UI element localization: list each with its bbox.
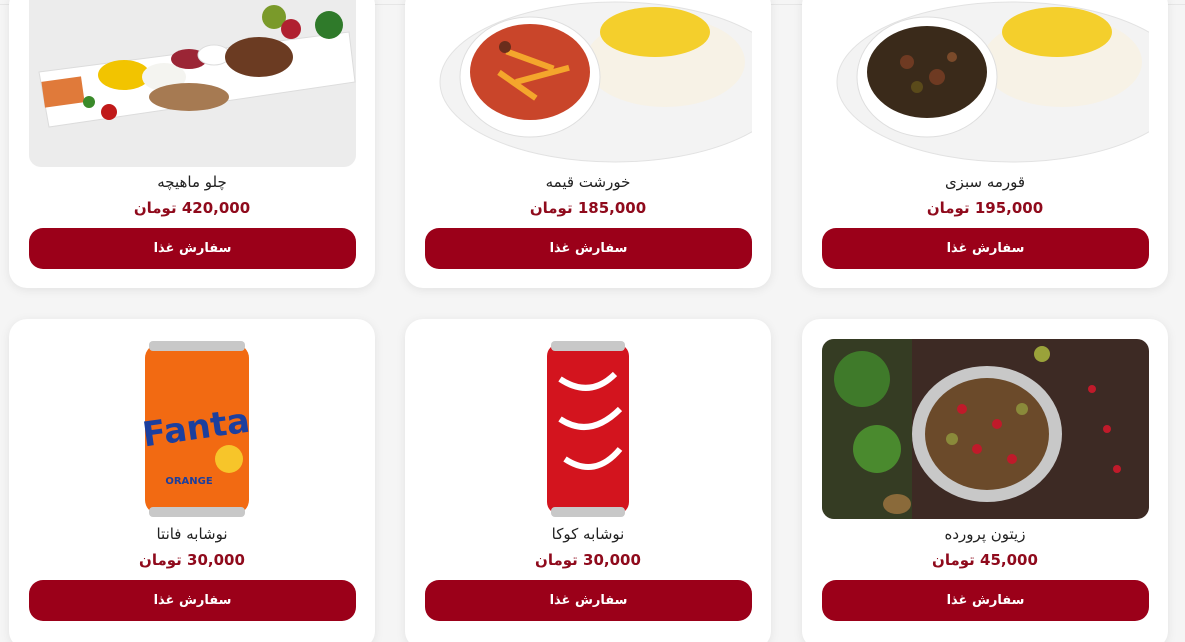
dish-price: 185,000 تومان: [405, 199, 771, 217]
gheymeh-image: [425, 0, 752, 167]
currency-label: تومان: [139, 551, 182, 569]
menu-card-fanta: Fanta ORANGE نوشابه فانتا 30,000 تومان س…: [9, 319, 375, 642]
platter-image: [29, 0, 356, 167]
drink-price: 30,000 تومان: [405, 551, 771, 569]
dish-price: 45,000 تومان: [802, 551, 1168, 569]
dish-name: خورشت قیمه: [545, 173, 631, 191]
drink-name: نوشابه کوکا: [551, 525, 625, 543]
menu-card-zeytoon-parvardeh: زیتون پرورده 45,000 تومان سفارش غذا: [802, 319, 1168, 642]
dish-name: قورمه سبزی: [944, 173, 1026, 191]
dish-name: چلو ماهیچه: [157, 173, 227, 191]
dish-price: 195,000 تومان: [802, 199, 1168, 217]
order-button[interactable]: سفارش غذا: [822, 580, 1149, 621]
currency-label: تومان: [926, 199, 970, 217]
menu-card-khoresh-gheymeh: خورشت قیمه 185,000 تومان سفارش غذا: [405, 0, 771, 288]
olive-bowl-image: [822, 339, 1149, 519]
order-button[interactable]: سفارش غذا: [425, 228, 752, 269]
currency-label: تومان: [529, 199, 573, 217]
currency-label: تومان: [535, 551, 578, 569]
order-button[interactable]: سفارش غذا: [822, 228, 1149, 269]
price-value: 45,000: [980, 551, 1038, 569]
price-value: 195,000: [974, 199, 1044, 217]
order-button[interactable]: سفارش غذا: [29, 228, 356, 269]
dish-image-zeytoon-parvardeh: [822, 339, 1149, 519]
menu-card-ghormeh-sabzi: قورمه سبزی 195,000 تومان سفارش غذا: [802, 0, 1168, 288]
currency-label: تومان: [133, 199, 177, 217]
ghormeh-image: [822, 0, 1149, 167]
dish-price: 420,000 تومان: [9, 199, 375, 217]
order-button[interactable]: سفارش غذا: [29, 580, 356, 621]
price-value: 30,000: [583, 551, 641, 569]
menu-card-chelo-mahicheh: چلو ماهیچه 420,000 تومان سفارش غذا: [9, 0, 375, 288]
drink-price: 30,000 تومان: [9, 551, 375, 569]
fanta-can-image: Fanta ORANGE: [29, 339, 356, 519]
drink-image-fanta: Fanta ORANGE: [29, 339, 356, 519]
menu-card-coca: نوشابه کوکا 30,000 تومان سفارش غذا: [405, 319, 771, 642]
currency-label: تومان: [932, 551, 975, 569]
price-value: 185,000: [577, 199, 647, 217]
price-value: 420,000: [181, 199, 251, 217]
dish-image-khoresh-gheymeh: [425, 0, 752, 167]
coca-can-image: [425, 339, 752, 519]
svg-text:ORANGE: ORANGE: [165, 476, 213, 487]
dish-name: زیتون پرورده: [944, 525, 1026, 543]
drink-name: نوشابه فانتا: [156, 525, 228, 543]
order-button[interactable]: سفارش غذا: [425, 580, 752, 621]
drink-image-coca: [425, 339, 752, 519]
price-value: 30,000: [187, 551, 245, 569]
dish-image-chelo-mahicheh: [29, 0, 356, 167]
menu-page: چلو ماهیچه 420,000 تومان سفارش غذا خورشت…: [0, 0, 1185, 642]
dish-image-ghormeh-sabzi: [822, 0, 1149, 167]
